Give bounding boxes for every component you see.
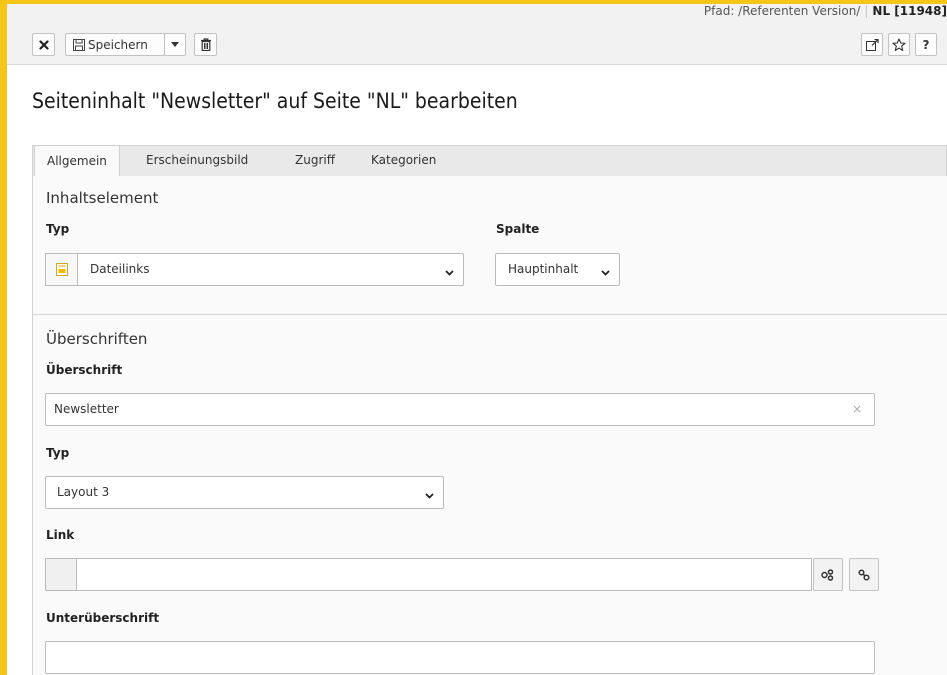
content-type-icon-box: [45, 253, 78, 286]
link-wizard-button[interactable]: [813, 558, 843, 591]
save-button[interactable]: Speichern: [65, 33, 165, 56]
column-value: Hauptinhalt: [508, 262, 579, 276]
section-divider: [32, 314, 947, 315]
close-icon: [38, 39, 49, 50]
column-label: Spalte: [496, 222, 540, 236]
delete-button[interactable]: [194, 33, 217, 56]
headline-value: Newsletter: [54, 402, 119, 416]
link-wizard-icon: [821, 568, 835, 581]
chevron-down-icon: [445, 265, 454, 279]
headline-input[interactable]: Newsletter ×: [45, 393, 875, 426]
tab-bar: Allgemein Erscheinungsbild Zugriff Kateg…: [32, 145, 947, 177]
open-new-window-button[interactable]: [861, 33, 883, 56]
type-label: Typ: [46, 222, 70, 236]
section-title-content-element: Inhaltselement: [46, 189, 159, 207]
close-button[interactable]: [32, 33, 55, 56]
save-icon: [73, 38, 85, 51]
subheadline-label: Unterüberschrift: [46, 611, 160, 625]
chevron-down-icon: [601, 265, 610, 279]
help-button[interactable]: ?: [915, 33, 937, 56]
subheadline-input[interactable]: [45, 641, 875, 674]
headline-type-label: Typ: [46, 446, 70, 460]
content-type-value: Dateilinks: [90, 262, 150, 276]
column-select[interactable]: Hauptinhalt: [495, 253, 620, 286]
link-prefix-box: [45, 558, 77, 591]
bookmark-button[interactable]: [888, 33, 910, 56]
path-label: Pfad: /Referenten Version/: [703, 4, 861, 18]
chevron-down-icon: [425, 488, 434, 502]
section-title-headlines: Überschriften: [46, 330, 148, 348]
save-label: Speichern: [88, 37, 148, 52]
tab-allgemein[interactable]: Allgemein: [34, 145, 120, 177]
link-icon: [858, 568, 870, 581]
file-links-icon: [56, 263, 68, 279]
help-icon: ?: [922, 37, 930, 52]
trash-icon: [200, 38, 212, 51]
headline-layout-value: Layout 3: [57, 485, 110, 499]
record-label: NL [11948]: [872, 4, 947, 18]
doc-header: Pfad: /Referenten Version/| NL [11948] Sp…: [7, 4, 947, 65]
content-type-select[interactable]: Dateilinks: [45, 253, 464, 286]
path-bar: Pfad: /Referenten Version/| NL [11948]: [704, 4, 947, 18]
headline-layout-select[interactable]: Layout 3: [45, 476, 444, 509]
star-icon: [892, 37, 906, 52]
path-separator: |: [864, 4, 869, 18]
save-options-dropdown[interactable]: [164, 33, 186, 56]
tab-zugriff[interactable]: Zugriff: [283, 145, 347, 177]
link-browser-button[interactable]: [849, 558, 879, 591]
headline-label: Überschrift: [46, 363, 123, 377]
link-label: Link: [46, 528, 75, 542]
frame-left-border: [0, 0, 7, 675]
caret-down-icon: [171, 42, 179, 47]
clear-icon[interactable]: ×: [852, 394, 862, 425]
external-link-icon: [865, 38, 879, 51]
tab-kategorien[interactable]: Kategorien: [359, 145, 448, 177]
link-input[interactable]: [76, 558, 812, 591]
tab-erscheinungsbild[interactable]: Erscheinungsbild: [134, 145, 260, 177]
page-title: Seiteninhalt "Newsletter" auf Seite "NL"…: [32, 89, 518, 113]
